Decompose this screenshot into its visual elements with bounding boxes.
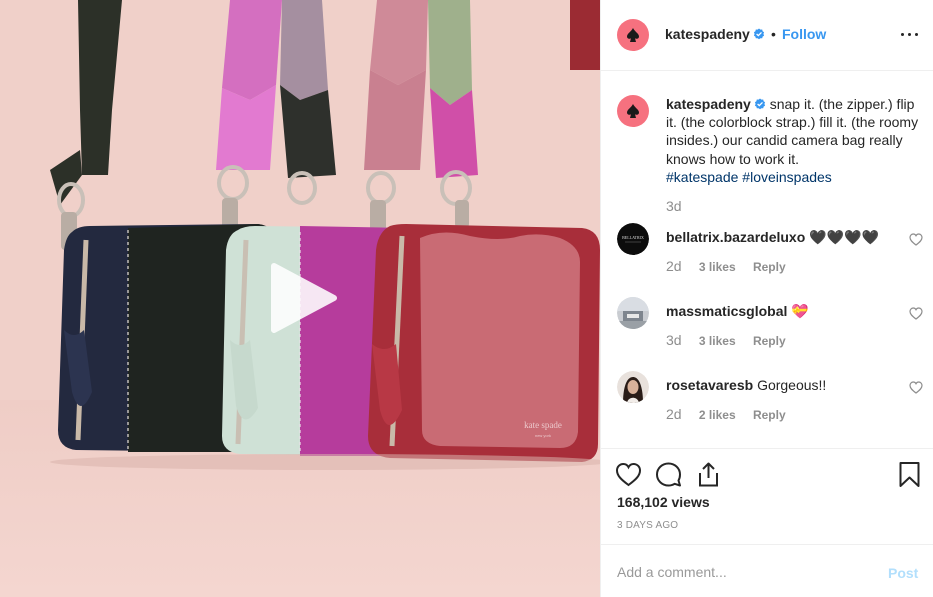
post-media[interactable]: kate spade new york xyxy=(0,0,600,597)
share-icon[interactable] xyxy=(695,461,722,488)
comment-age[interactable]: 2d xyxy=(666,406,682,422)
comment-text: bellatrix.bazardeluxo 🖤🖤🖤🖤 xyxy=(666,229,879,246)
comment-body: Gorgeous!! xyxy=(757,377,827,393)
reply-button[interactable]: Reply xyxy=(753,408,786,422)
caption-username[interactable]: katespadeny xyxy=(666,96,751,112)
comment-item: massmaticsglobal 💝 3d 3 likes Reply xyxy=(601,297,933,371)
post-comment-button[interactable]: Post xyxy=(888,565,918,581)
reply-button[interactable]: Reply xyxy=(753,334,786,348)
commenter-avatar[interactable] xyxy=(617,371,649,403)
like-heart-icon[interactable] xyxy=(615,461,642,488)
header-separator: • xyxy=(771,26,776,42)
comment-item: rosetavaresb Gorgeous!! 2d 2 likes Reply xyxy=(601,371,933,445)
save-bookmark-icon[interactable] xyxy=(896,461,923,488)
comment-meta: 2d 2 likes Reply xyxy=(666,406,786,422)
spade-logo-icon xyxy=(627,104,639,118)
play-icon[interactable] xyxy=(268,262,340,334)
comment-age[interactable]: 2d xyxy=(666,258,682,274)
comment-meta: 2d 3 likes Reply xyxy=(666,258,786,274)
caption-text: katespadeny snap it. (the zipper.) flip … xyxy=(666,95,924,186)
like-comment-heart-icon[interactable] xyxy=(909,307,923,320)
post-actions: 168,102 views 3 DAYS AGO Post xyxy=(601,448,933,597)
bag-logo: kate spade xyxy=(524,420,562,430)
caption-author-avatar[interactable] xyxy=(617,95,649,127)
spade-logo-icon xyxy=(627,28,639,42)
comment-username[interactable]: bellatrix.bazardeluxo xyxy=(666,229,805,245)
bag-logo-sub: new york xyxy=(535,433,551,438)
hashtag-link[interactable]: #loveinspades xyxy=(742,169,832,185)
comment-text: rosetavaresb Gorgeous!! xyxy=(666,377,826,393)
like-comment-heart-icon[interactable] xyxy=(909,233,923,246)
like-comment-heart-icon[interactable] xyxy=(909,381,923,394)
comment-body: 💝 xyxy=(791,303,809,319)
author-username[interactable]: katespadeny xyxy=(665,26,765,42)
commenter-avatar[interactable]: BELLATRIX xyxy=(617,223,649,255)
reply-button[interactable]: Reply xyxy=(753,260,786,274)
post-header: katespadeny • Follow xyxy=(601,0,933,71)
post-timestamp[interactable]: 3 DAYS AGO xyxy=(617,520,678,531)
add-comment-bar: Post xyxy=(601,544,933,597)
comment-item: BELLATRIX bellatrix.bazardeluxo 🖤🖤🖤🖤 2d … xyxy=(601,223,933,297)
comment-username[interactable]: rosetavaresb xyxy=(666,377,753,393)
comment-likes[interactable]: 2 likes xyxy=(699,408,736,422)
hashtag-link[interactable]: #katespade xyxy=(666,169,738,185)
verified-badge-icon xyxy=(754,98,765,110)
add-comment-input[interactable] xyxy=(617,563,867,581)
caption-age[interactable]: 3d xyxy=(666,198,682,214)
verified-badge-icon xyxy=(753,28,764,40)
comment-text: massmaticsglobal 💝 xyxy=(666,303,809,320)
follow-button[interactable]: Follow xyxy=(782,26,826,42)
author-username-text[interactable]: katespadeny xyxy=(665,26,750,42)
avatar-badge-text: BELLATRIX xyxy=(622,235,644,240)
comment-likes[interactable]: 3 likes xyxy=(699,334,736,348)
views-count[interactable]: 168,102 views xyxy=(617,494,710,510)
commenter-avatar[interactable] xyxy=(617,297,649,329)
comment-age[interactable]: 3d xyxy=(666,332,682,348)
post-details-panel: katespadeny • Follow katespadeny snap it… xyxy=(600,0,933,597)
comment-likes[interactable]: 3 likes xyxy=(699,260,736,274)
comment-bubble-icon[interactable] xyxy=(655,461,682,488)
comment-username[interactable]: massmaticsglobal xyxy=(666,303,787,319)
comment-meta: 3d 3 likes Reply xyxy=(666,332,786,348)
author-avatar[interactable] xyxy=(617,19,649,51)
more-options-icon[interactable] xyxy=(899,24,921,44)
comment-body: 🖤🖤🖤🖤 xyxy=(809,229,879,245)
